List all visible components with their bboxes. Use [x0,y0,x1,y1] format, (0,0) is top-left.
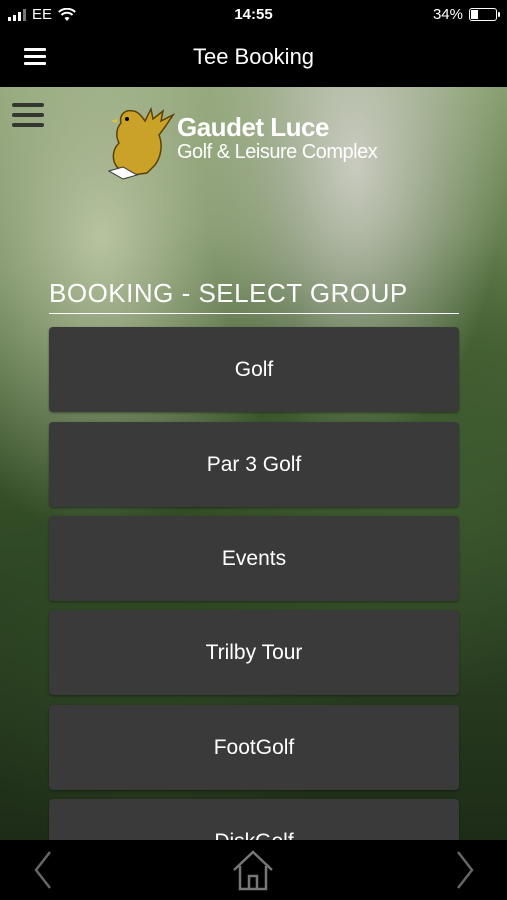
battery-icon [469,8,500,21]
group-button-diskgolf[interactable]: DiskGolf [49,799,459,840]
group-button-golf[interactable]: Golf [49,327,459,412]
status-bar: EE 14:55 34% [0,0,507,30]
inner-menu-icon[interactable] [12,103,44,129]
bottom-nav [0,840,507,900]
group-button-events[interactable]: Events [49,516,459,601]
status-right: 34% [432,6,500,23]
logo-subtitle: Golf & Leisure Complex [177,141,378,163]
logo-title: Gaudet Luce [177,112,329,142]
group-button-par3-golf[interactable]: Par 3 Golf [49,422,459,507]
page-title: Tee Booking [192,44,315,69]
group-button-trilby-tour[interactable]: Trilby Tour [49,610,459,695]
home-icon[interactable] [230,848,276,892]
title-bar: Tee Booking [0,30,507,87]
chevron-left-icon[interactable] [30,848,56,892]
chevron-right-icon[interactable] [452,848,478,892]
battery-percent: 34% [432,6,463,23]
status-time: 14:55 [234,6,273,23]
club-logo: Gaudet Luce Golf & Leisure Complex [103,105,378,181]
eagle-icon [107,106,175,180]
content-area: Gaudet Luce Golf & Leisure Complex BOOKI… [0,87,507,840]
section-heading: BOOKING - SELECT GROUP [49,278,459,314]
group-button-footgolf[interactable]: FootGolf [49,705,459,790]
